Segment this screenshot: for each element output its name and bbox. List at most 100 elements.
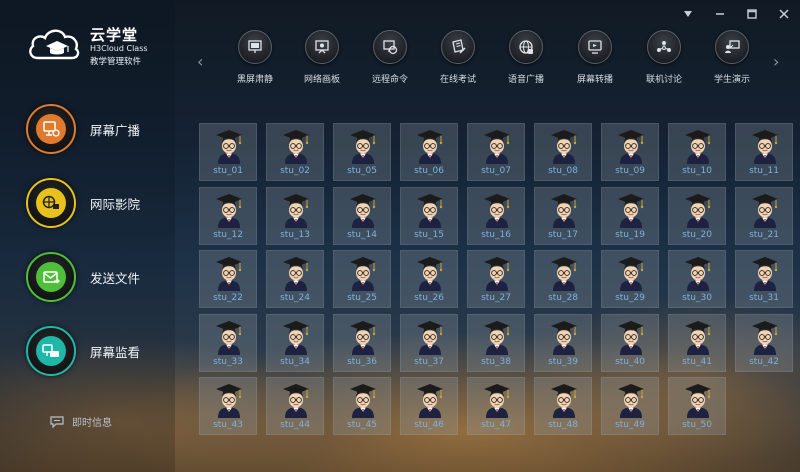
student-tile[interactable]: stu_06 <box>400 123 458 181</box>
cloud-graduation-cap-icon <box>29 29 80 60</box>
student-demo-icon <box>715 30 749 64</box>
student-name: stu_38 <box>481 356 511 367</box>
student-tile[interactable]: stu_02 <box>266 123 324 181</box>
student-tile[interactable]: stu_48 <box>534 377 592 435</box>
student-tile[interactable]: stu_46 <box>400 377 458 435</box>
student-tile[interactable]: stu_49 <box>601 377 659 435</box>
student-name: stu_02 <box>280 166 310 176</box>
student-avatar-icon <box>685 384 711 418</box>
app-name-en: H3Cloud Class <box>90 44 148 53</box>
student-tile[interactable]: stu_11 <box>735 123 793 181</box>
student-tile[interactable]: stu_05 <box>333 123 391 181</box>
sidebar-item-cinema[interactable]: 网际影院 <box>26 178 166 228</box>
student-avatar-icon <box>350 320 376 355</box>
student-tile[interactable]: stu_21 <box>735 186 793 245</box>
instant-message-button[interactable]: 即时信息 <box>50 414 112 429</box>
tool-remote-command[interactable]: 远程命令 <box>358 30 422 90</box>
student-tile[interactable]: stu_33 <box>199 313 257 372</box>
tool-online-exam[interactable]: 在线考试 <box>426 30 490 90</box>
student-tile[interactable]: stu_34 <box>266 313 324 372</box>
tool-label: 远程命令 <box>371 75 408 85</box>
student-name: stu_06 <box>414 166 444 176</box>
student-avatar-icon <box>350 257 376 291</box>
chat-bubble-icon <box>50 415 64 428</box>
sidebar-item-send-file[interactable]: 发送文件 <box>26 252 166 302</box>
student-name: stu_07 <box>481 166 511 176</box>
student-tile[interactable]: stu_30 <box>668 250 726 308</box>
student-tile[interactable]: stu_44 <box>266 377 324 435</box>
student-avatar-icon <box>484 193 510 228</box>
student-tile[interactable]: stu_40 <box>601 313 659 372</box>
remote-command-icon <box>373 30 407 64</box>
tool-screen-relay[interactable]: 屏幕转播 <box>563 30 627 90</box>
app-name: 云学堂 <box>90 26 139 44</box>
tool-label: 在线考试 <box>439 75 476 85</box>
black-screen-icon <box>238 30 272 64</box>
tool-whiteboard[interactable]: 网络画板 <box>290 30 354 90</box>
student-tile[interactable]: stu_41 <box>668 313 726 372</box>
student-name: stu_12 <box>213 229 243 240</box>
student-name: stu_39 <box>548 356 578 367</box>
chevron-left-icon[interactable]: ‹ <box>197 52 203 71</box>
student-tile[interactable]: stu_15 <box>400 186 458 245</box>
student-tile[interactable]: stu_10 <box>668 123 726 181</box>
student-tile[interactable]: stu_36 <box>333 313 391 372</box>
student-tile[interactable]: stu_14 <box>333 186 391 245</box>
student-tile[interactable]: stu_45 <box>333 377 391 435</box>
student-avatar-icon <box>551 257 577 291</box>
student-tile[interactable]: stu_20 <box>668 186 726 245</box>
student-name: stu_14 <box>347 229 377 240</box>
student-tile[interactable]: stu_39 <box>534 313 592 372</box>
student-tile[interactable]: stu_08 <box>534 123 592 181</box>
student-avatar-icon <box>752 193 778 228</box>
sidebar-item-screen-monitor[interactable]: 屏幕监看 <box>26 326 166 376</box>
sidebar-item-label: 发送文件 <box>90 270 141 286</box>
student-avatar-icon <box>216 130 242 164</box>
student-tile[interactable]: stu_50 <box>668 377 726 435</box>
student-avatar-icon <box>618 320 644 355</box>
student-tile[interactable]: stu_19 <box>601 186 659 245</box>
student-avatar-icon <box>350 130 376 164</box>
student-tile[interactable]: stu_12 <box>199 186 257 245</box>
student-avatar-icon <box>685 193 711 228</box>
sidebar-item-screen-broadcast[interactable]: 屏幕广播 <box>26 104 166 154</box>
student-tile[interactable]: stu_07 <box>467 123 525 181</box>
tool-voice-broadcast[interactable]: 语音广播 <box>494 30 558 90</box>
student-tile[interactable]: stu_42 <box>735 313 793 372</box>
student-tile[interactable]: stu_38 <box>467 313 525 372</box>
student-avatar-icon <box>417 257 443 291</box>
student-avatar-icon <box>551 384 577 418</box>
tool-student-demo[interactable]: 学生演示 <box>700 30 764 90</box>
sidebar: 云学堂 H3Cloud Class 教学管理软件 屏幕广播 网际影院 发送文件 <box>0 0 175 472</box>
student-tile[interactable]: stu_29 <box>601 250 659 308</box>
voice-broadcast-icon <box>509 30 543 64</box>
student-tile[interactable]: stu_43 <box>199 377 257 435</box>
student-tile[interactable]: stu_26 <box>400 250 458 308</box>
student-name: stu_30 <box>682 293 712 303</box>
student-avatar-icon <box>484 257 510 291</box>
student-tile[interactable]: stu_27 <box>467 250 525 308</box>
screen-broadcast-icon <box>26 104 76 154</box>
student-tile[interactable]: stu_25 <box>333 250 391 308</box>
student-tile[interactable]: stu_16 <box>467 186 525 245</box>
student-avatar-icon <box>216 257 242 291</box>
student-avatar-icon <box>685 257 711 291</box>
student-avatar-icon <box>484 320 510 355</box>
student-tile[interactable]: stu_28 <box>534 250 592 308</box>
student-tile[interactable]: stu_37 <box>400 313 458 372</box>
student-tile[interactable]: stu_22 <box>199 250 257 308</box>
student-tile[interactable]: stu_17 <box>534 186 592 245</box>
student-name: stu_09 <box>615 166 645 176</box>
student-tile[interactable]: stu_13 <box>266 186 324 245</box>
tool-black-screen[interactable]: 黑屏肃静 <box>223 30 287 90</box>
student-tile[interactable]: stu_01 <box>199 123 257 181</box>
chevron-right-icon[interactable]: › <box>773 52 779 71</box>
whiteboard-icon <box>305 30 339 64</box>
student-name: stu_20 <box>682 229 712 240</box>
student-tile[interactable]: stu_09 <box>601 123 659 181</box>
student-tile[interactable]: stu_47 <box>467 377 525 435</box>
student-avatar-icon <box>618 130 644 164</box>
tool-online-discussion[interactable]: 联机讨论 <box>632 30 696 90</box>
student-tile[interactable]: stu_31 <box>735 250 793 308</box>
student-tile[interactable]: stu_24 <box>266 250 324 308</box>
